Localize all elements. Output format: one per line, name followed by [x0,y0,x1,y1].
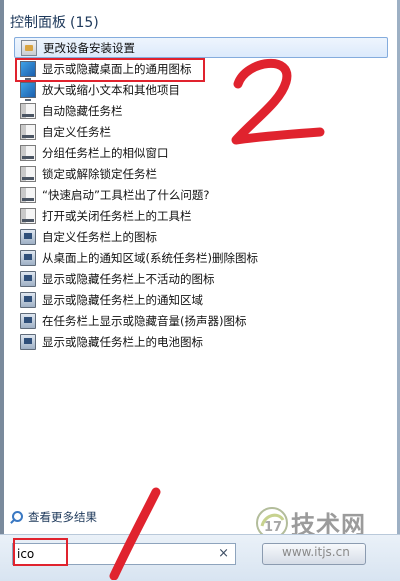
result-item-remove-tray-icons[interactable]: 从桌面上的通知区域(系统任务栏)删除图标 [14,247,390,268]
result-item-volume-icon[interactable]: 在任务栏上显示或隐藏音量(扬声器)图标 [14,310,390,331]
svg-text:17: 17 [264,520,282,535]
see-more-results-link[interactable]: 查看更多结果 [10,509,97,525]
taskbar-icon [20,123,36,140]
notification-area-icon [20,228,36,245]
start-menu-panel: 控制面板 (15) 更改设备安装设置 显示或隐藏桌面上的通用图标 放大或缩小文本和… [0,0,400,581]
result-item-text-size[interactable]: 放大或缩小文本和其他项目 [14,79,390,101]
result-item-label: 显示或隐藏任务栏上不活动的图标 [42,271,215,286]
taskbar-icon [20,207,36,224]
result-item-label: 自动隐藏任务栏 [42,103,123,118]
result-item-notification-area[interactable]: 显示或隐藏任务栏上的通知区域 [14,289,390,310]
result-list: 更改设备安装设置 显示或隐藏桌面上的通用图标 放大或缩小文本和其他项目 自动隐藏… [14,37,390,352]
result-item-label: 自定义任务栏上的图标 [42,229,157,244]
result-item-label: 从桌面上的通知区域(系统任务栏)删除图标 [42,250,258,265]
result-item-inactive-icons[interactable]: 显示或隐藏任务栏上不活动的图标 [14,268,390,289]
annotation-number-two [231,58,325,145]
annotation-number-one [109,487,161,580]
result-item-label: 显示或隐藏任务栏上的通知区域 [42,292,203,307]
notification-area-icon [20,312,36,329]
result-item-label: 在任务栏上显示或隐藏音量(扬声器)图标 [42,313,247,328]
result-item-label: 显示或隐藏任务栏上的电池图标 [42,334,203,349]
taskbar-icon [20,186,36,203]
notification-area-icon [20,249,36,266]
highlight-box-search-input [13,538,68,566]
result-item-label: 锁定或解除锁定任务栏 [42,166,157,181]
result-item-battery-icon[interactable]: 显示或隐藏任务栏上的电池图标 [14,331,390,352]
notification-area-icon [20,291,36,308]
result-item-label: 分组任务栏上的相似窗口 [42,145,169,160]
monitor-icon [20,81,36,101]
taskbar-icon [20,144,36,161]
result-item-label: 放大或缩小文本和其他项目 [42,82,180,97]
result-item-customize-taskbar[interactable]: 自定义任务栏 [14,121,390,142]
result-item-toolbars[interactable]: 打开或关闭任务栏上的工具栏 [14,205,390,226]
taskbar-icon [20,165,36,182]
result-item-autohide-taskbar[interactable]: 自动隐藏任务栏 [14,100,390,121]
notification-area-icon [20,333,36,350]
result-item-device-settings[interactable]: 更改设备安装设置 [14,37,388,58]
result-item-lock-taskbar[interactable]: 锁定或解除锁定任务栏 [14,163,390,184]
see-more-results-label: 查看更多结果 [28,510,97,524]
result-item-label: 自定义任务栏 [42,124,111,139]
group-title: 控制面板 [10,15,66,31]
result-item-group-windows[interactable]: 分组任务栏上的相似窗口 [14,142,390,163]
result-item-label: “快速启动”工具栏出了什么问题? [42,187,210,202]
control-panel-group-header[interactable]: 控制面板 (15) [10,12,99,32]
group-count: (15) [70,15,99,31]
notification-area-icon [20,270,36,287]
result-item-label: 打开或关闭任务栏上的工具栏 [42,208,192,223]
result-item-label: 更改设备安装设置 [43,40,135,55]
window-border-left [0,0,4,580]
device-settings-icon [21,39,37,56]
taskbar-icon [20,102,36,119]
search-icon [10,511,23,523]
site-url: www.itjs.cn [282,545,350,559]
result-item-quick-launch[interactable]: “快速启动”工具栏出了什么问题? [14,184,390,205]
highlight-box-desktop-icons [15,58,205,82]
clear-search-button[interactable]: × [218,546,229,562]
result-item-customize-icons[interactable]: 自定义任务栏上的图标 [14,226,390,247]
